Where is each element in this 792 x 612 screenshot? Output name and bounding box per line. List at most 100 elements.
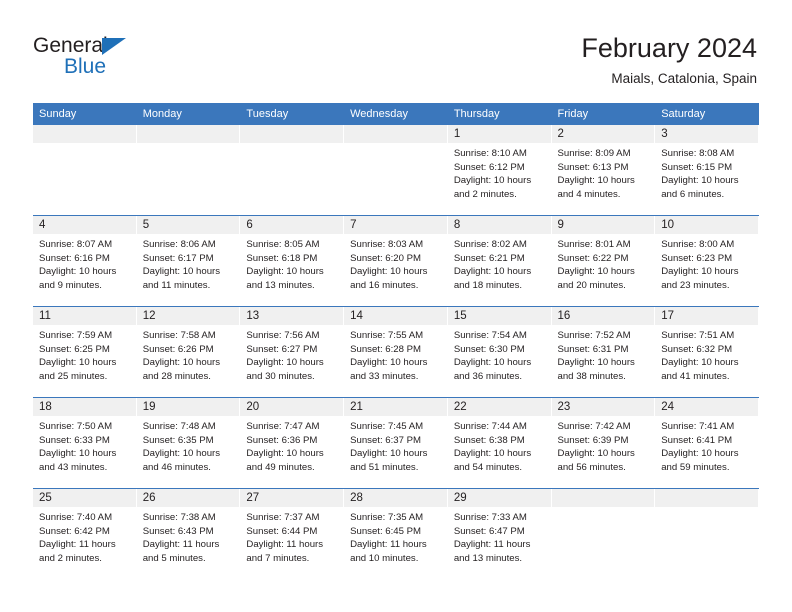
- day-number: 10: [655, 216, 759, 234]
- sunrise-text: Sunrise: 8:05 AM: [246, 239, 320, 250]
- day-number: 28: [344, 489, 448, 507]
- sunset-text: Sunset: 6:12 PM: [453, 161, 525, 173]
- sunrise-text: Sunrise: 8:06 AM: [142, 239, 216, 250]
- day-cell[interactable]: 5 Sunrise: 8:06 AM Sunset: 6:17 PM Dayli…: [136, 215, 241, 307]
- sunrise-text: Sunrise: 8:08 AM: [661, 148, 735, 159]
- day-cell[interactable]: 21 Sunrise: 7:45 AM Sunset: 6:37 PM Dayl…: [344, 397, 448, 489]
- sunset-text: Sunset: 6:42 PM: [39, 525, 110, 537]
- day-cell[interactable]: 18 Sunrise: 7:50 AM Sunset: 6:33 PM Dayl…: [33, 397, 137, 489]
- day-cell[interactable]: 1 Sunrise: 8:10 AM Sunset: 6:12 PM Dayli…: [447, 125, 552, 216]
- calendar-header-row: Sunday Monday Tuesday Wednesday Thursday…: [33, 103, 759, 125]
- sunrise-text: Sunrise: 8:01 AM: [557, 239, 631, 250]
- day-number: 20: [240, 398, 345, 416]
- day-cell[interactable]: 20 Sunrise: 7:47 AM Sunset: 6:36 PM Dayl…: [240, 397, 345, 489]
- day-details: Sunrise: 8:02 AM Sunset: 6:21 PM Dayligh…: [448, 234, 552, 292]
- day-cell[interactable]: 12 Sunrise: 7:58 AM Sunset: 6:26 PM Dayl…: [136, 306, 241, 398]
- day-number: 15: [447, 307, 552, 325]
- day-cell[interactable]: 2 Sunrise: 8:09 AM Sunset: 6:13 PM Dayli…: [551, 125, 656, 216]
- sunset-text: Sunset: 6:17 PM: [142, 252, 214, 264]
- day-cell[interactable]: 26 Sunrise: 7:38 AM Sunset: 6:43 PM Dayl…: [136, 488, 241, 579]
- calendar-week-row: 1 Sunrise: 8:10 AM Sunset: 6:12 PM Dayli…: [33, 125, 759, 216]
- day-number: 23: [551, 398, 656, 416]
- day-cell[interactable]: 22 Sunrise: 7:44 AM Sunset: 6:38 PM Dayl…: [447, 397, 552, 489]
- day-cell[interactable]: 13 Sunrise: 7:56 AM Sunset: 6:27 PM Dayl…: [240, 306, 345, 398]
- general-blue-logo[interactable]: General Blue: [33, 34, 253, 82]
- daylight-text: Daylight: 10 hours and 54 minutes.: [453, 448, 532, 473]
- day-cell[interactable]: 4 Sunrise: 8:07 AM Sunset: 6:16 PM Dayli…: [33, 215, 137, 307]
- day-details: Sunrise: 7:37 AM Sunset: 6:44 PM Dayligh…: [240, 507, 344, 565]
- sunrise-text: Sunrise: 7:38 AM: [142, 512, 216, 523]
- day-cell[interactable]: 27 Sunrise: 7:37 AM Sunset: 6:44 PM Dayl…: [240, 488, 345, 579]
- day-number: 2: [551, 125, 656, 143]
- calendar-week-row: 18 Sunrise: 7:50 AM Sunset: 6:33 PM Dayl…: [33, 397, 759, 489]
- day-cell[interactable]: 14 Sunrise: 7:55 AM Sunset: 6:28 PM Dayl…: [344, 306, 448, 398]
- day-cell: [344, 125, 448, 216]
- page-header: General Blue February 2024 Maials, Catal…: [0, 0, 792, 103]
- daylight-text: Daylight: 10 hours and 25 minutes.: [39, 357, 117, 382]
- day-details: Sunrise: 8:00 AM Sunset: 6:23 PM Dayligh…: [655, 234, 759, 292]
- daylight-text: Daylight: 10 hours and 41 minutes.: [661, 357, 739, 382]
- sunrise-text: Sunrise: 7:58 AM: [142, 330, 216, 341]
- sunset-text: Sunset: 6:43 PM: [142, 525, 214, 537]
- daylight-text: Daylight: 10 hours and 33 minutes.: [350, 357, 428, 382]
- day-cell: [240, 125, 345, 216]
- day-cell[interactable]: 15 Sunrise: 7:54 AM Sunset: 6:30 PM Dayl…: [447, 306, 552, 398]
- day-cell[interactable]: 29 Sunrise: 7:33 AM Sunset: 6:47 PM Dayl…: [447, 488, 552, 579]
- day-details: Sunrise: 7:55 AM Sunset: 6:28 PM Dayligh…: [344, 325, 448, 383]
- day-cell[interactable]: 28 Sunrise: 7:35 AM Sunset: 6:45 PM Dayl…: [344, 488, 448, 579]
- daylight-text: Daylight: 10 hours and 2 minutes.: [453, 175, 532, 200]
- day-details: Sunrise: 7:38 AM Sunset: 6:43 PM Dayligh…: [137, 507, 241, 565]
- day-number: [655, 489, 759, 507]
- sunrise-text: Sunrise: 7:51 AM: [661, 330, 735, 341]
- sunrise-text: Sunrise: 7:42 AM: [557, 421, 631, 432]
- day-details: Sunrise: 7:58 AM Sunset: 6:26 PM Dayligh…: [137, 325, 241, 383]
- day-details: Sunrise: 7:51 AM Sunset: 6:32 PM Dayligh…: [655, 325, 759, 383]
- day-cell[interactable]: 16 Sunrise: 7:52 AM Sunset: 6:31 PM Dayl…: [551, 306, 656, 398]
- daylight-text: Daylight: 11 hours and 2 minutes.: [39, 539, 116, 564]
- day-details: Sunrise: 8:09 AM Sunset: 6:13 PM Dayligh…: [552, 143, 656, 201]
- sunrise-text: Sunrise: 7:44 AM: [453, 421, 527, 432]
- day-details: Sunrise: 7:41 AM Sunset: 6:41 PM Dayligh…: [655, 416, 759, 474]
- logo-word-blue: Blue: [64, 55, 107, 78]
- day-cell[interactable]: 7 Sunrise: 8:03 AM Sunset: 6:20 PM Dayli…: [344, 215, 448, 307]
- day-cell[interactable]: 17 Sunrise: 7:51 AM Sunset: 6:32 PM Dayl…: [655, 306, 759, 398]
- weekday-header-thursday: Thursday: [447, 103, 552, 125]
- daylight-text: Daylight: 10 hours and 28 minutes.: [142, 357, 221, 382]
- day-cell[interactable]: 9 Sunrise: 8:01 AM Sunset: 6:22 PM Dayli…: [551, 215, 656, 307]
- day-number: 6: [240, 216, 345, 234]
- day-cell[interactable]: 10 Sunrise: 8:00 AM Sunset: 6:23 PM Dayl…: [655, 215, 759, 307]
- day-details: Sunrise: 7:33 AM Sunset: 6:47 PM Dayligh…: [448, 507, 552, 565]
- sunset-text: Sunset: 6:31 PM: [557, 343, 629, 355]
- day-cell[interactable]: 6 Sunrise: 8:05 AM Sunset: 6:18 PM Dayli…: [240, 215, 345, 307]
- sunrise-text: Sunrise: 7:41 AM: [661, 421, 735, 432]
- day-number: 21: [344, 398, 448, 416]
- daylight-text: Daylight: 10 hours and 18 minutes.: [453, 266, 532, 291]
- sunset-text: Sunset: 6:35 PM: [142, 434, 214, 446]
- day-cell[interactable]: 23 Sunrise: 7:42 AM Sunset: 6:39 PM Dayl…: [551, 397, 656, 489]
- sunset-text: Sunset: 6:18 PM: [246, 252, 318, 264]
- calendar-week-row: 11 Sunrise: 7:59 AM Sunset: 6:25 PM Dayl…: [33, 306, 759, 398]
- day-details: Sunrise: 8:01 AM Sunset: 6:22 PM Dayligh…: [552, 234, 656, 292]
- sunrise-text: Sunrise: 7:37 AM: [246, 512, 320, 523]
- calendar-grid: Sunday Monday Tuesday Wednesday Thursday…: [33, 103, 759, 579]
- day-cell[interactable]: 25 Sunrise: 7:40 AM Sunset: 6:42 PM Dayl…: [33, 488, 137, 579]
- day-cell[interactable]: 19 Sunrise: 7:48 AM Sunset: 6:35 PM Dayl…: [136, 397, 241, 489]
- day-cell[interactable]: 24 Sunrise: 7:41 AM Sunset: 6:41 PM Dayl…: [655, 397, 759, 489]
- sunset-text: Sunset: 6:25 PM: [39, 343, 110, 355]
- day-number: [551, 489, 656, 507]
- day-number: [136, 125, 241, 143]
- day-number: 5: [136, 216, 241, 234]
- day-details: [344, 143, 448, 147]
- day-cell[interactable]: 3 Sunrise: 8:08 AM Sunset: 6:15 PM Dayli…: [655, 125, 759, 216]
- day-details: Sunrise: 7:56 AM Sunset: 6:27 PM Dayligh…: [240, 325, 344, 383]
- calendar-page: General Blue February 2024 Maials, Catal…: [0, 0, 792, 612]
- day-details: Sunrise: 7:47 AM Sunset: 6:36 PM Dayligh…: [240, 416, 344, 474]
- sunrise-text: Sunrise: 7:52 AM: [557, 330, 631, 341]
- day-cell[interactable]: 11 Sunrise: 7:59 AM Sunset: 6:25 PM Dayl…: [33, 306, 137, 398]
- day-cell[interactable]: 8 Sunrise: 8:02 AM Sunset: 6:21 PM Dayli…: [447, 215, 552, 307]
- daylight-text: Daylight: 10 hours and 36 minutes.: [453, 357, 532, 382]
- day-number: 4: [33, 216, 137, 234]
- sunset-text: Sunset: 6:22 PM: [557, 252, 629, 264]
- day-details: Sunrise: 7:44 AM Sunset: 6:38 PM Dayligh…: [448, 416, 552, 474]
- daylight-text: Daylight: 10 hours and 4 minutes.: [557, 175, 635, 200]
